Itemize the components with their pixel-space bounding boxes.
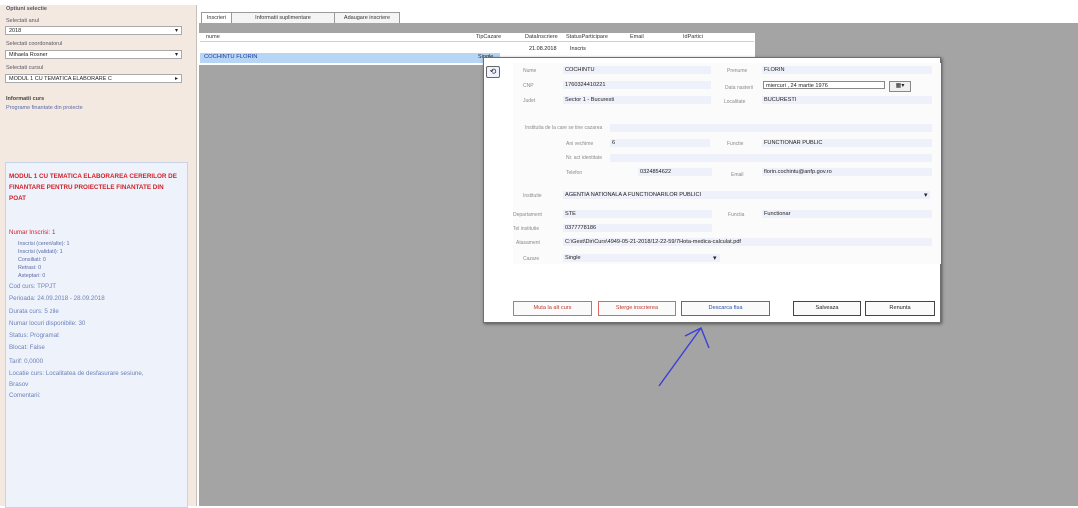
calendar-icon[interactable]: ▦▾ bbox=[889, 81, 911, 92]
dialog-form bbox=[513, 63, 941, 264]
cazare-institutie-label: Institutia de la care se tine cazarea bbox=[525, 125, 603, 131]
judet-label: Judet bbox=[523, 98, 536, 104]
sub-stat: Inscrisi (cereri/alte): 1 bbox=[18, 241, 70, 247]
email-label: Email bbox=[731, 172, 744, 178]
email-field[interactable]: florin.cochintu@anfp.gov.ro bbox=[762, 168, 932, 176]
localitate-label: Localitate bbox=[724, 99, 746, 105]
nume-label: Nume bbox=[523, 68, 537, 74]
course-code: Cod curs: TPPJT bbox=[9, 283, 56, 290]
save-button[interactable]: Salveaza bbox=[793, 301, 861, 316]
course-duration: Durata curs: 5 zile bbox=[9, 308, 59, 315]
functia-field[interactable]: Functionar bbox=[762, 210, 932, 218]
course-info-label: Informatii curs bbox=[6, 96, 45, 102]
chevron-down-icon: ▾ bbox=[174, 52, 178, 58]
year-label: Selectati anul bbox=[6, 18, 40, 24]
arrow-annotation-icon bbox=[658, 327, 710, 387]
nr-act-label: Nr. act identitate bbox=[566, 155, 603, 161]
birthdate-picker[interactable]: miercuri , 24 martie 1976 bbox=[763, 81, 885, 89]
functia-label: Functia bbox=[728, 212, 745, 218]
departament-label: Departament bbox=[513, 212, 542, 218]
sub-stat: Retrasi: 0 bbox=[18, 265, 42, 271]
year-select[interactable]: 2018 ▾ bbox=[5, 26, 182, 35]
download-form-button[interactable]: Descarca fisa bbox=[681, 301, 770, 316]
cazare-label: Cazare bbox=[523, 256, 540, 262]
nr-act-field[interactable] bbox=[610, 154, 932, 162]
prenume-field[interactable]: FLORIN bbox=[762, 66, 932, 74]
ani-vechime-field[interactable]: 6 bbox=[610, 139, 710, 147]
localitate-field[interactable]: BUCURESTI bbox=[762, 96, 932, 104]
column-header[interactable]: Email bbox=[630, 34, 644, 40]
sub-stat: Asteptari: 0 bbox=[18, 273, 46, 279]
course-period: Perioada: 24.09.2018 - 28.09.2018 bbox=[9, 295, 105, 302]
row-status: Inscris bbox=[570, 46, 586, 52]
course-comments: Comentarii: bbox=[9, 392, 41, 399]
chevron-down-icon: ▾ bbox=[924, 192, 928, 199]
row-date: 21.08.2018 bbox=[529, 46, 557, 52]
left-panel: Optiuni selectie Selectati anul 2018 ▾ Se… bbox=[0, 5, 197, 508]
course-fee: Tarif: 0,0000 bbox=[9, 358, 44, 365]
functie-field[interactable]: FUNCTIONAR PUBLIC bbox=[762, 139, 932, 147]
atasament-label: Atasament bbox=[516, 240, 540, 246]
departament-field[interactable]: STE bbox=[563, 210, 712, 218]
atasament-field[interactable]: C:\Gest\Dir\Curs\4949-05-21-2018/12-22-5… bbox=[563, 238, 932, 246]
column-header[interactable]: TipCazare bbox=[476, 34, 501, 40]
tel-institutie-field[interactable]: 0377778186 bbox=[563, 224, 712, 232]
course-title: MODUL 1 CU TEMATICA ELABORAREA CERERILOR… bbox=[9, 173, 177, 202]
telefon-label: Telefon bbox=[566, 170, 583, 176]
birthdate-label: Data nasterii bbox=[725, 85, 754, 91]
column-header[interactable]: DataInscriere bbox=[525, 34, 558, 40]
chevron-right-icon: ▸ bbox=[174, 76, 178, 82]
column-header[interactable]: StatusParticipare bbox=[566, 34, 608, 40]
chevron-down-icon: ▾ bbox=[713, 255, 717, 262]
sub-stat: Inscrisi (validati): 1 bbox=[18, 249, 63, 255]
course-blocked: Blocat: False bbox=[9, 344, 45, 351]
functie-label: Functie bbox=[727, 141, 744, 147]
coordinator-select[interactable]: Mihaela Rosner ▾ bbox=[5, 50, 182, 59]
course-info-box: MODUL 1 CU TEMATICA ELABORAREA CERERILOR… bbox=[5, 162, 188, 508]
cazare-institutie-field[interactable] bbox=[610, 124, 932, 132]
enrolled-count: Numar Inscrisi: 1 bbox=[9, 229, 56, 236]
judet-field[interactable]: Sector 1 - Bucuresti bbox=[563, 96, 711, 104]
year-select-value: 2018 bbox=[9, 28, 22, 34]
cancel-button[interactable]: Renunta bbox=[865, 301, 935, 316]
tel-institutie-label: Tel institutie bbox=[513, 226, 540, 232]
prenume-label: Prenume bbox=[727, 68, 748, 74]
course-label: Selectati cursul bbox=[6, 65, 44, 71]
available-seats: Numar locuri disponibile: 30 bbox=[9, 320, 86, 327]
delete-enrollment-button[interactable]: Sterge inscrierea bbox=[598, 301, 676, 316]
course-location: Locatie curs: Localitatea de desfasurare… bbox=[9, 370, 144, 388]
column-header[interactable]: nume bbox=[206, 34, 220, 40]
cazare-select[interactable]: Single bbox=[563, 254, 720, 262]
coordinator-select-value: Mihaela Rosner bbox=[9, 52, 48, 58]
move-course-button[interactable]: Muta la alt curs bbox=[513, 301, 592, 316]
row-name: COCHINTU FLORIN bbox=[204, 54, 258, 60]
program-link[interactable]: Programe finantate din proiecte bbox=[6, 105, 83, 111]
institutie-select[interactable]: AGENTIA NATIONALA A FUNCTIONARILOR PUBLI… bbox=[563, 191, 930, 199]
ani-vechime-label: Ani vechime bbox=[566, 141, 594, 147]
sub-stat: Consiliati: 0 bbox=[18, 257, 46, 263]
nume-field[interactable]: COCHINTU bbox=[563, 66, 711, 74]
refresh-icon[interactable]: ⟲ bbox=[486, 66, 500, 78]
telefon-field[interactable]: 0324854622 bbox=[638, 168, 712, 176]
cnp-label: CNP bbox=[523, 83, 534, 89]
coordinator-label: Selectati coordonatorul bbox=[6, 41, 63, 47]
course-select[interactable]: MODUL 1 CU TEMATICA ELABORARE C ▸ bbox=[5, 74, 182, 83]
chevron-down-icon: ▾ bbox=[174, 28, 178, 34]
course-status: Status: Programat bbox=[9, 332, 59, 339]
header-divider bbox=[200, 41, 754, 42]
column-header[interactable]: IdPartici bbox=[683, 34, 703, 40]
options-header: Optiuni selectie bbox=[6, 6, 47, 12]
course-select-value: MODUL 1 CU TEMATICA ELABORARE C bbox=[9, 76, 112, 82]
institutie-label: Institutie bbox=[523, 193, 542, 199]
cnp-field[interactable]: 1760324410221 bbox=[563, 81, 711, 89]
